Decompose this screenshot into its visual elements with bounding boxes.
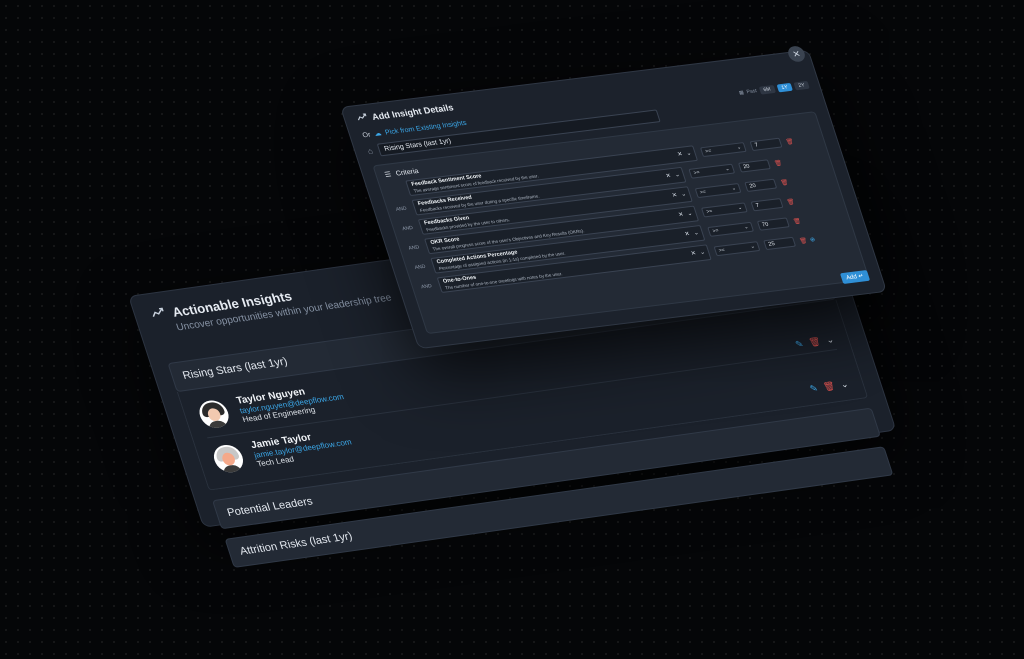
trash-icon[interactable]: 🗑 xyxy=(773,159,783,167)
clear-icon[interactable]: ✕ xyxy=(665,172,672,179)
chevron-down-icon[interactable]: ⌄ xyxy=(699,249,706,256)
operator-select[interactable]: >= ⌄ xyxy=(699,142,747,158)
calendar-icon: ▦ xyxy=(738,89,745,97)
edit-icon[interactable]: ✎ xyxy=(794,339,805,351)
trend-icon xyxy=(356,113,369,124)
operator-value: >= xyxy=(704,148,713,155)
and-label: AND xyxy=(407,244,421,252)
operator-value: >= xyxy=(705,208,714,216)
chevron-down-icon[interactable]: ⌄ xyxy=(825,334,836,346)
chevron-down-icon[interactable]: ⌄ xyxy=(685,150,693,157)
clear-icon[interactable]: ✕ xyxy=(676,151,684,158)
operator-select[interactable]: >= ⌄ xyxy=(688,163,736,179)
modal-title: Add Insight Details xyxy=(370,102,455,122)
and-label: AND xyxy=(395,205,408,213)
value-input[interactable]: 70 xyxy=(756,217,790,231)
and-label: AND xyxy=(420,283,433,291)
clear-icon[interactable]: ✕ xyxy=(677,211,685,218)
operator-value: >= xyxy=(718,247,726,254)
clear-icon[interactable]: ✕ xyxy=(671,192,678,199)
chevron-down-icon[interactable]: ⌄ xyxy=(693,229,700,236)
and-label: AND xyxy=(401,225,414,233)
value-input[interactable]: 20 xyxy=(737,159,771,173)
range-label: Past xyxy=(745,88,758,96)
avatar xyxy=(210,442,247,474)
edit-icon[interactable]: ✎ xyxy=(808,383,819,395)
tag-icon: ⌂ xyxy=(366,146,375,156)
enter-icon: ↵ xyxy=(857,273,865,280)
avatar xyxy=(195,398,233,430)
trash-icon[interactable]: 🗑 xyxy=(798,237,808,245)
trend-icon xyxy=(149,304,168,323)
chevron-down-icon[interactable]: ⌄ xyxy=(674,171,681,178)
trash-icon[interactable]: 🗑 xyxy=(792,217,801,225)
operator-value: >= xyxy=(711,227,720,235)
chevron-down-icon[interactable]: ⌄ xyxy=(839,379,850,391)
criteria-label: Criteria xyxy=(394,167,420,178)
trash-icon[interactable]: 🗑 xyxy=(822,381,837,393)
trash-icon[interactable]: 🗑 xyxy=(807,336,822,348)
row-actions: ✎ 🗑 ⌄ xyxy=(808,379,850,395)
pick-prefix: Or xyxy=(361,131,372,139)
sliders-icon: ☰ xyxy=(383,171,393,179)
value-input[interactable]: 7 xyxy=(749,137,783,152)
value-input[interactable]: 25 xyxy=(763,236,797,251)
clear-icon[interactable]: ✕ xyxy=(684,230,691,237)
range-1y-button[interactable]: 1Y xyxy=(776,82,793,93)
add-criteria-icon[interactable]: ⊕ xyxy=(809,236,816,243)
row-actions: ✎ 🗑 ⌄ xyxy=(794,334,836,350)
value-input[interactable]: 20 xyxy=(744,178,778,192)
chevron-down-icon[interactable]: ⌄ xyxy=(686,210,694,217)
cloud-icon: ☁ xyxy=(373,130,383,138)
value-input[interactable]: 7 xyxy=(750,198,784,212)
operator-value: >= xyxy=(692,169,701,177)
trash-icon[interactable]: 🗑 xyxy=(786,198,795,206)
add-button[interactable]: Add ↵ xyxy=(839,270,871,285)
operator-select[interactable]: >= ⌄ xyxy=(700,202,748,218)
add-label: Add xyxy=(845,274,858,282)
chevron-down-icon[interactable]: ⌄ xyxy=(680,191,687,198)
operator-value: >= xyxy=(699,189,707,196)
operator-select[interactable]: >= ⌄ xyxy=(694,183,742,199)
clear-icon[interactable]: ✕ xyxy=(690,250,697,257)
range-6m-button[interactable]: 6M xyxy=(758,85,776,95)
operator-select[interactable]: >= ⌄ xyxy=(707,221,755,237)
operator-select[interactable]: >= ⌄ xyxy=(713,241,761,257)
range-2y-button[interactable]: 2Y xyxy=(793,80,810,91)
and-label: AND xyxy=(414,263,427,271)
trash-icon[interactable]: 🗑 xyxy=(785,138,794,146)
trash-icon[interactable]: 🗑 xyxy=(780,179,789,187)
